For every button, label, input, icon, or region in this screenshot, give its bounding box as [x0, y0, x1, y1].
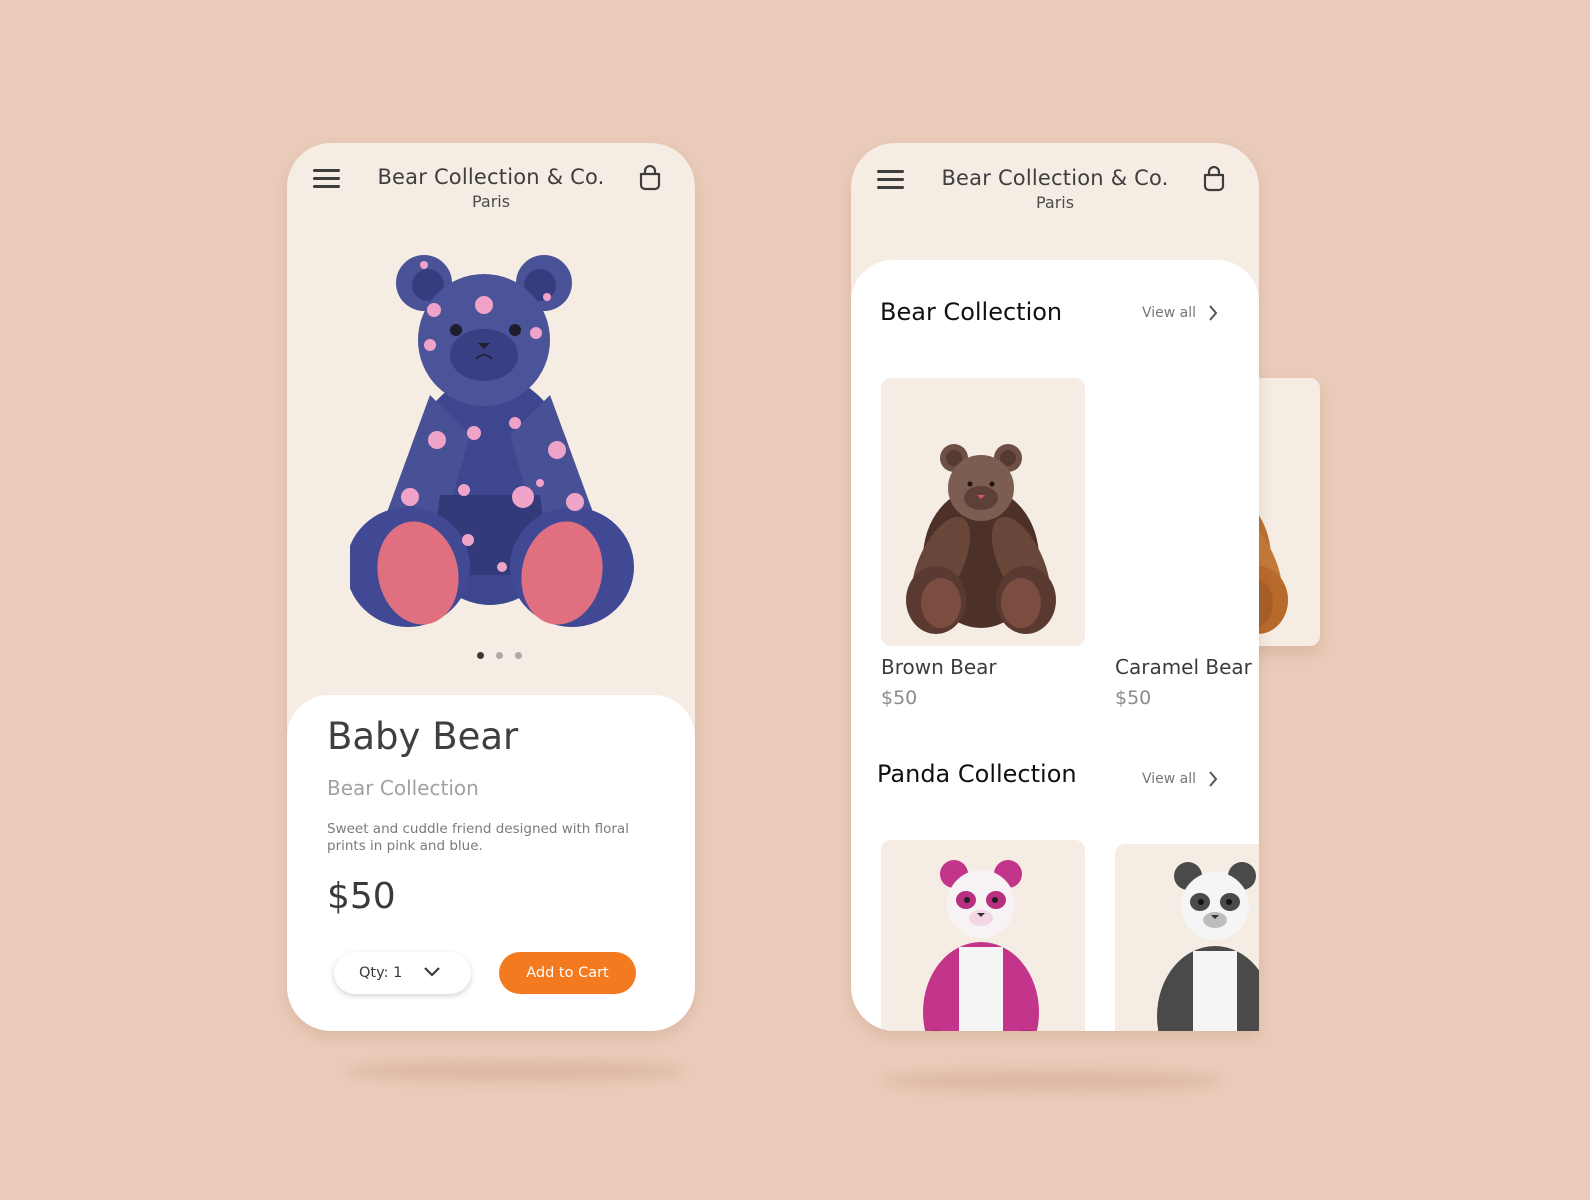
brown-bear-image	[906, 444, 1056, 634]
section-title-bear: Bear Collection	[880, 298, 1063, 326]
chevron-right-icon	[1209, 305, 1218, 321]
brand-header: Bear Collection & Co. Paris	[851, 166, 1259, 212]
collections-screen: Bear Collection & Co. Paris Bear Collect…	[851, 143, 1259, 1031]
product-tile-brown-bear[interactable]	[881, 378, 1085, 646]
brand-city: Paris	[1035, 193, 1075, 212]
view-all-label: View all	[1142, 771, 1197, 787]
product-collection: Bear Collection	[327, 776, 479, 800]
top-bar: Bear Collection & Co. Paris	[287, 143, 695, 223]
quantity-label: Qty: 1	[359, 965, 403, 981]
carousel-dots	[477, 652, 522, 659]
black-panda-image	[1157, 862, 1259, 1031]
product-description: Sweet and cuddle friend designed with fl…	[327, 821, 629, 854]
carousel-dot[interactable]	[496, 652, 503, 659]
view-all-label: View all	[1142, 305, 1197, 321]
section-title-panda: Panda Collection	[877, 760, 1077, 788]
left-phone-shadow	[345, 1060, 685, 1082]
chevron-right-icon	[1209, 771, 1218, 787]
brand-header: Bear Collection & Co. Paris	[287, 165, 695, 211]
product-detail-card: Baby Bear Bear Collection Sweet and cudd…	[287, 695, 695, 1031]
pink-panda-image	[923, 860, 1039, 1031]
collections-card: Bear Collection View all Brown Bear $50 …	[851, 260, 1259, 1031]
baby-bear-image	[350, 255, 634, 627]
product-price-brown-bear: $50	[881, 687, 918, 709]
view-all-bear-link[interactable]: View all	[1142, 304, 1218, 322]
top-bar: Bear Collection & Co. Paris	[851, 143, 1259, 223]
view-all-panda-link[interactable]: View all	[1142, 770, 1218, 788]
product-name-brown-bear: Brown Bear	[881, 655, 997, 679]
carousel-dot[interactable]	[477, 652, 484, 659]
quantity-select[interactable]: Qty: 1	[334, 952, 471, 994]
shopping-bag-icon[interactable]	[1203, 166, 1225, 192]
shopping-bag-icon[interactable]	[639, 165, 661, 191]
carousel-dot[interactable]	[515, 652, 522, 659]
product-tile-black-panda[interactable]	[1115, 844, 1259, 1031]
right-phone-shadow	[882, 1070, 1222, 1092]
product-name-caramel-bear: Caramel Bear	[1115, 655, 1252, 679]
brand-city: Paris	[471, 192, 511, 211]
brand-title: Bear Collection & Co.	[941, 166, 1169, 190]
product-tile-pink-panda[interactable]	[881, 840, 1085, 1031]
chevron-down-icon	[424, 967, 440, 977]
product-detail-screen: Bear Collection & Co. Paris Baby Bear Be…	[287, 143, 695, 1031]
product-price-caramel-bear: $50	[1115, 687, 1152, 709]
add-to-cart-button[interactable]: Add to Cart	[499, 952, 636, 994]
product-name: Baby Bear	[327, 715, 519, 758]
brand-title: Bear Collection & Co.	[377, 165, 605, 189]
product-price: $50	[327, 876, 396, 917]
